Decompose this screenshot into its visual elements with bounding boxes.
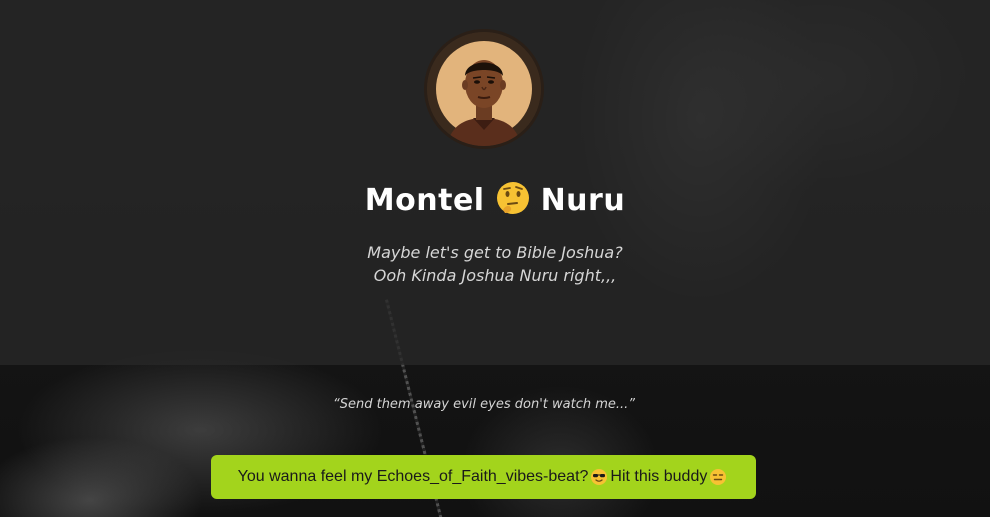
link-label-part-1: You wanna feel my Echoes_of_Faith_vibes-… (237, 468, 589, 485)
link-label-part-2: Hit this buddy (610, 468, 708, 485)
bio-line-2: Ooh Kinda Joshua Nuru right,,, (373, 266, 617, 285)
avatar (424, 29, 544, 149)
profile-page: Montel Nuru Maybe let's get to Bible Jos… (0, 0, 990, 517)
avatar-illustration (427, 32, 541, 146)
name-last: Nuru (540, 183, 626, 218)
profile-quote: “Send them away evil eyes don't watch me… (332, 397, 636, 412)
profile-name: Montel Nuru (0, 180, 990, 218)
bio-line-1: Maybe let's get to Bible Joshua? (367, 243, 623, 262)
name-first: Montel (364, 183, 485, 218)
sunglasses-face-icon (590, 468, 608, 486)
thinking-face-icon (495, 180, 531, 216)
echoes-of-faith-link-button[interactable]: You wanna feel my Echoes_of_Faith_vibes-… (211, 455, 756, 499)
profile-bio: Maybe let's get to Bible Joshua? Ooh Kin… (0, 241, 990, 287)
expressionless-face-icon (709, 468, 727, 486)
